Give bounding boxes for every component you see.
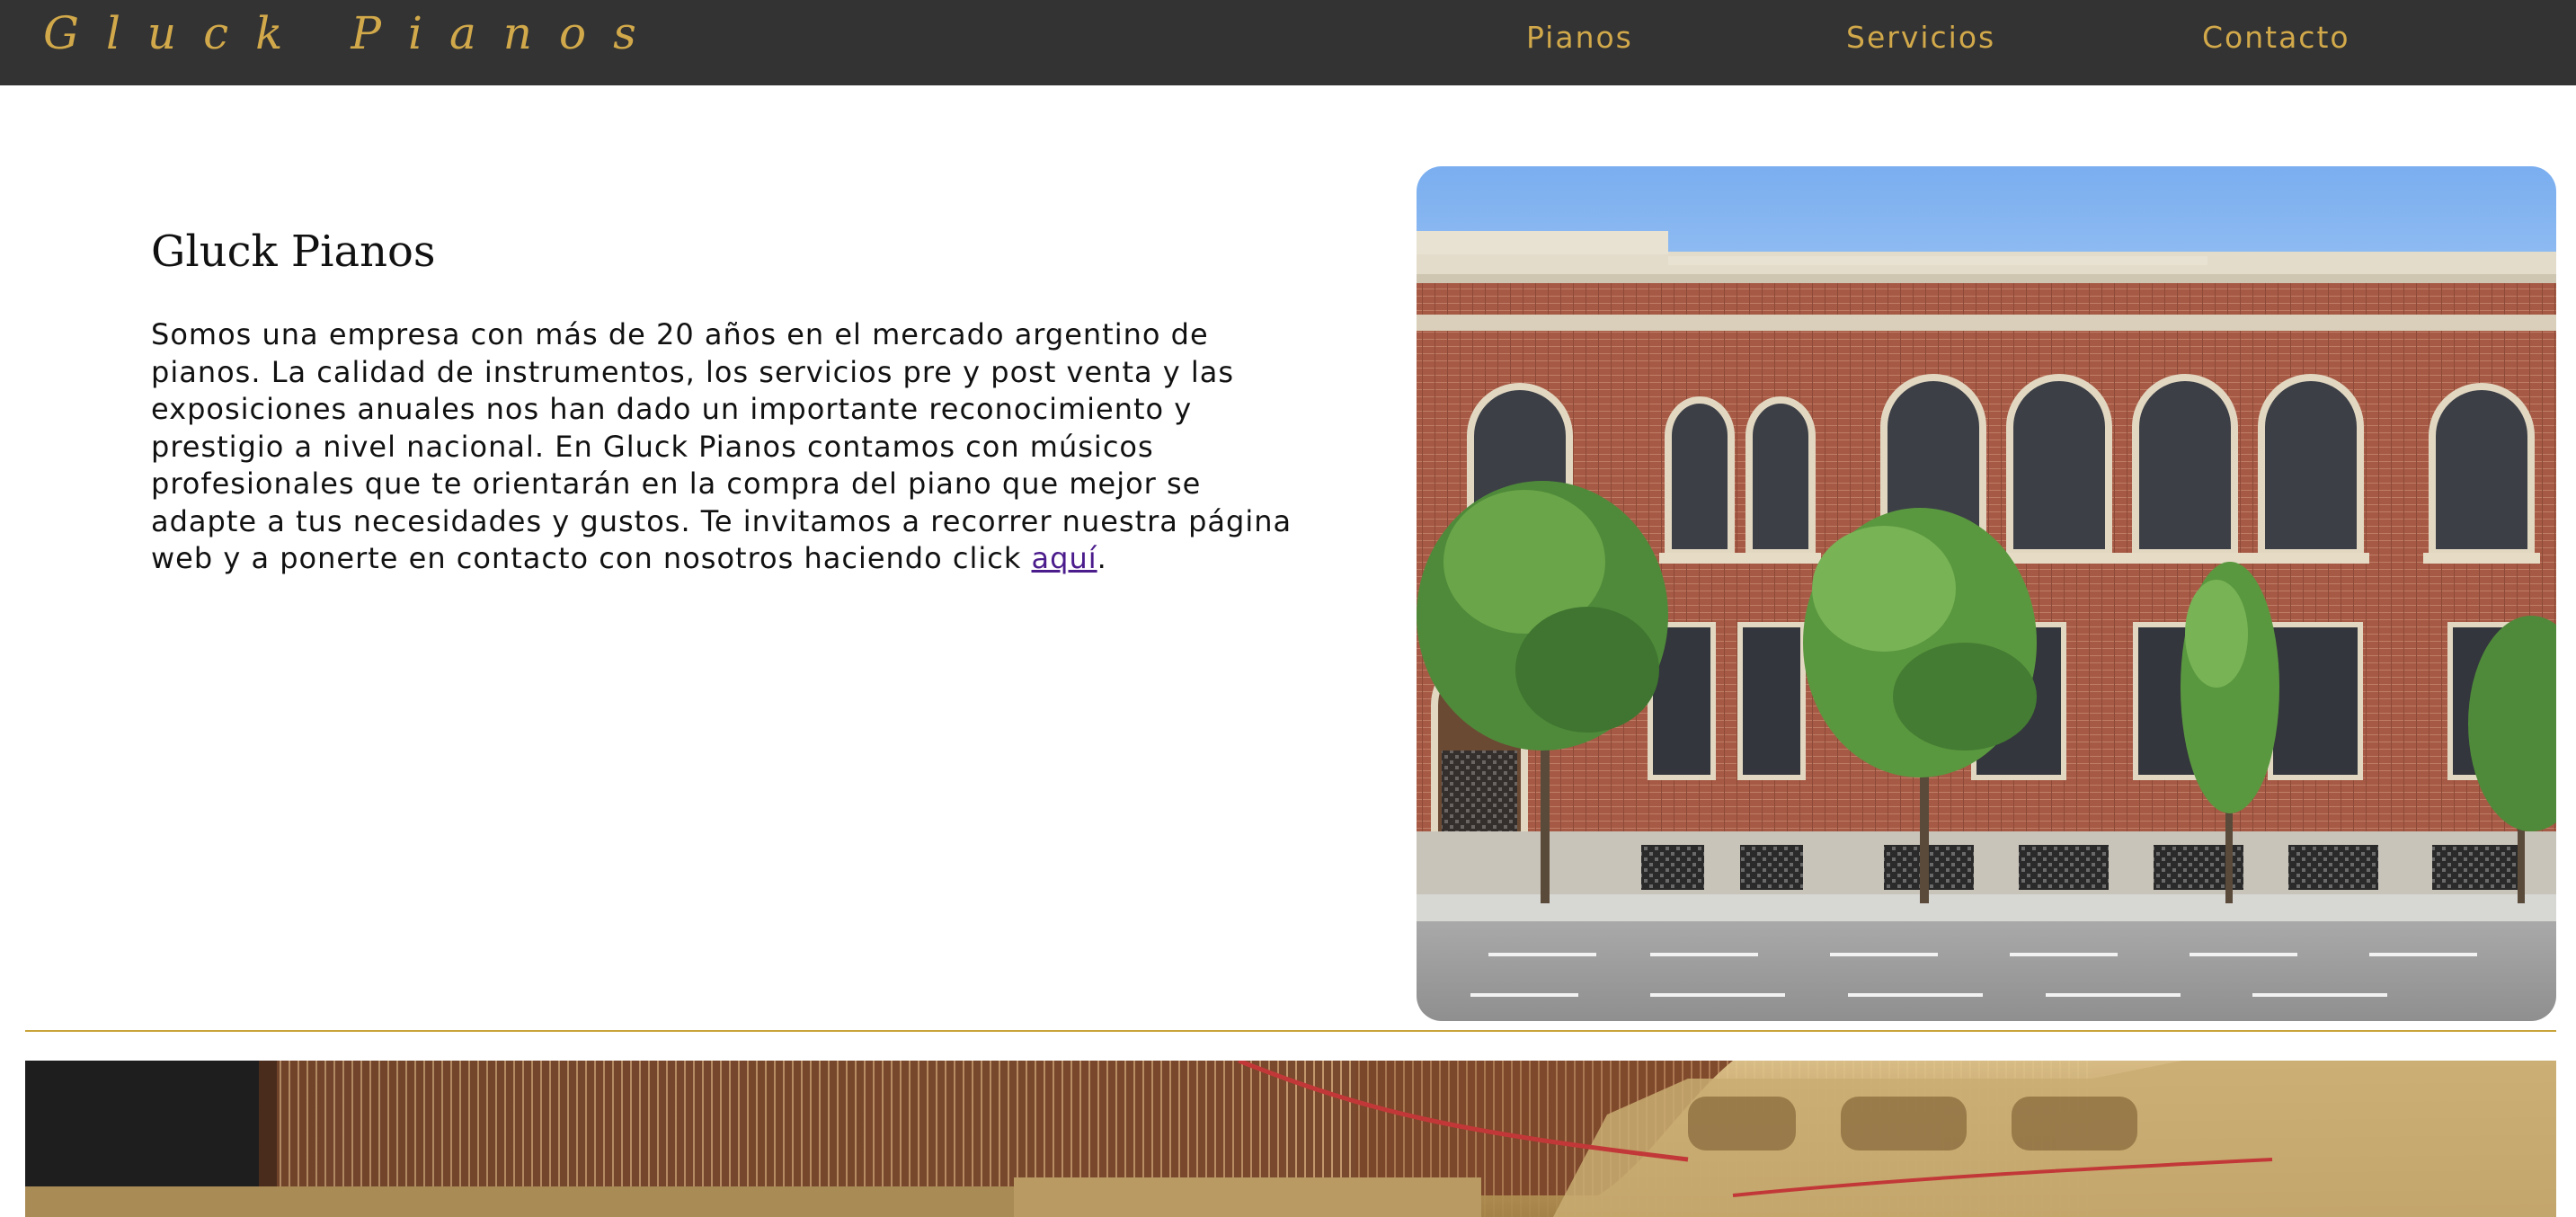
intro-paragraph: Somos una empresa con más de 20 años en …: [151, 316, 1310, 578]
navbar: Gluck Pianos Pianos Servicios Contacto: [0, 0, 2576, 85]
intro-trailing-punctuation: .: [1097, 541, 1107, 575]
intro-title: Gluck Pianos: [151, 227, 436, 277]
section-divider: [25, 1030, 2556, 1032]
building-photo: [1417, 166, 2556, 1021]
nav-link-servicios[interactable]: Servicios: [1846, 20, 1995, 55]
intro-body-text: Somos una empresa con más de 20 años en …: [151, 317, 1292, 575]
nav-link-contacto[interactable]: Contacto: [2202, 20, 2350, 55]
contact-here-link[interactable]: aquí: [1032, 541, 1097, 575]
nav-link-pianos[interactable]: Pianos: [1526, 20, 1633, 55]
main-nav: Pianos Servicios Contacto: [0, 0, 2576, 85]
piano-interior-photo: [25, 1061, 2556, 1217]
